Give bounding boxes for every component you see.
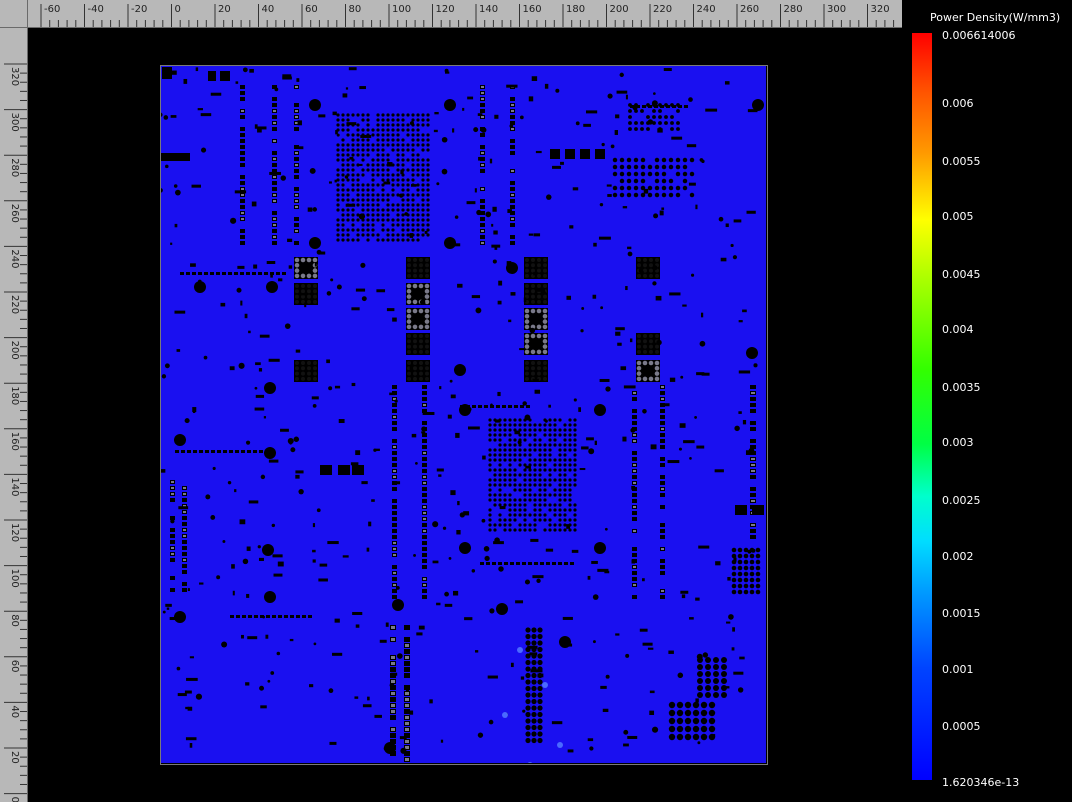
ruler-tick-label: 220 <box>653 4 672 15</box>
ruler-tick-label: -20 <box>131 4 147 15</box>
ruler-tick-label: 320 <box>871 4 890 15</box>
ruler-tick-label: 0 <box>9 797 20 802</box>
ruler-tick-label: 160 <box>9 432 20 451</box>
ruler-tick-label: 200 <box>610 4 629 15</box>
ruler-tick-label: 280 <box>784 4 803 15</box>
legend-label: 0.005 <box>942 210 974 223</box>
ruler-tick-label: 300 <box>9 113 20 132</box>
legend-label: 0.004 <box>942 323 974 336</box>
ruler-tick-label: -60 <box>44 4 60 15</box>
ruler-tick-label: 140 <box>479 4 498 15</box>
ruler-tick-label: 20 <box>218 4 231 15</box>
legend-label: 0.0035 <box>942 381 981 394</box>
ruler-tick-label: 300 <box>827 4 846 15</box>
ruler-tick-label: 240 <box>9 249 20 268</box>
ruler-tick-label: 40 <box>262 4 275 15</box>
ruler-tick-label: 60 <box>9 660 20 673</box>
ruler-tick-label: 100 <box>392 4 411 15</box>
ruler-tick-label: 320 <box>9 67 20 86</box>
ruler-tick-label: 260 <box>740 4 759 15</box>
legend-label-min: 1.620346e-13 <box>942 776 1020 789</box>
ruler-tick-label: 120 <box>9 523 20 542</box>
color-legend: Power Density(W/mm3) 0.006614006 0.006 0… <box>902 0 1072 802</box>
ruler-tick-label: 180 <box>566 4 585 15</box>
legend-label-max: 0.006614006 <box>942 29 1016 42</box>
horizontal-ruler-scale: -60 -40 -20 0 20 40 60 80 100 120 140 160 180 200 220 2… <box>40 4 895 27</box>
legend-color-bar <box>912 33 932 780</box>
ruler-tick-label: 80 <box>349 4 362 15</box>
ruler-tick-label: 200 <box>9 341 20 360</box>
legend-title: Power Density(W/mm3) <box>930 11 1061 24</box>
ruler-tick-label: 20 <box>9 751 20 764</box>
legend-label: 0.006 <box>942 97 974 110</box>
legend-label: 0.003 <box>942 436 974 449</box>
legend-label: 0.0015 <box>942 607 981 620</box>
ruler-tick-label: 80 <box>9 614 20 627</box>
legend-label: 0.001 <box>942 663 974 676</box>
ruler-corner <box>0 0 28 28</box>
ruler-tick-label: 100 <box>9 569 20 588</box>
legend-label: 0.0025 <box>942 494 981 507</box>
power-density-viewport[interactable] <box>28 28 902 802</box>
ruler-tick-label: 0 <box>175 4 181 15</box>
ruler-tick-label: 40 <box>9 705 20 718</box>
legend-label: 0.002 <box>942 550 974 563</box>
vertical-ruler-scale: 3203002802602402202001801601401201008060… <box>4 63 27 802</box>
ruler-tick-label: 180 <box>9 386 20 405</box>
ruler-tick-label: 60 <box>305 4 318 15</box>
vertical-ruler: 320 300 280 260 240 220 200 180 160 140 120 100 80 60… <box>0 27 28 802</box>
ruler-tick-label: -40 <box>88 4 104 15</box>
ruler-tick-label: 120 <box>436 4 455 15</box>
legend-label: 0.0055 <box>942 155 981 168</box>
ruler-tick-label: 160 <box>523 4 542 15</box>
ruler-tick-label: 240 <box>697 4 716 15</box>
board-outline <box>160 65 768 765</box>
ruler-tick-label: 140 <box>9 477 20 496</box>
ruler-tick-label: 220 <box>9 295 20 314</box>
ruler-tick-label: 280 <box>9 158 20 177</box>
legend-label: 0.0045 <box>942 268 981 281</box>
legend-label: 0.0005 <box>942 720 981 733</box>
horizontal-ruler: -60 -40 -20 0 20 40 60 80 100 120 140 160 180 200 220 2… <box>0 0 902 28</box>
ruler-tick-label: 260 <box>9 204 20 223</box>
